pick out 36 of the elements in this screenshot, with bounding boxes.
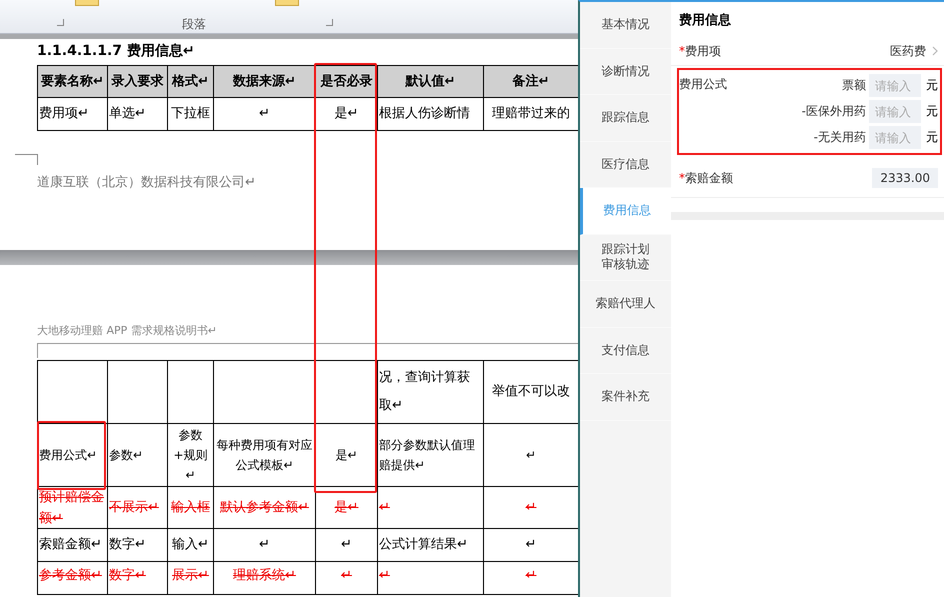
unit-label: 元: [926, 77, 938, 94]
crop-mark: [15, 154, 38, 165]
toolbar-icon[interactable]: [275, 0, 299, 6]
table-cell: [37, 360, 108, 424]
input-field[interactable]: 请输入: [869, 126, 921, 149]
field-value: 医药费: [890, 42, 926, 60]
field-label: *费用项: [679, 42, 722, 60]
input-field[interactable]: 请输入: [869, 100, 921, 123]
table-header-cell: 是否必录: [315, 65, 378, 98]
table-header-cell: 录入要求: [107, 65, 168, 98]
unit-label: 元: [926, 129, 938, 146]
page-header: 大地移动理赔 APP 需求规格说明书↵: [37, 323, 218, 339]
group-label: 段落: [182, 16, 206, 33]
field-label: -无关用药: [814, 129, 866, 146]
table-header-cell: 数据来源↵: [213, 65, 316, 98]
table-header-cell: 备注↵: [483, 65, 578, 98]
page-footer: 道康互联（北京）数据科技有限公司↵: [37, 173, 578, 191]
table-cell: 参考金额↵: [37, 561, 108, 595]
table-cell: 费用项↵: [37, 97, 108, 131]
field-label: *索赔金额: [679, 170, 734, 186]
table-header-cell: 格式↵: [167, 65, 214, 98]
table-header-cell: 要素名称↵: [37, 65, 108, 98]
table-header-cell: 默认值↵: [377, 65, 484, 98]
section-title: 费用信息: [678, 12, 732, 30]
toolbar-icon[interactable]: [75, 0, 99, 6]
dialog-launcher-icon[interactable]: [326, 19, 333, 26]
dialog-launcher-icon[interactable]: [57, 19, 64, 26]
input-field[interactable]: 请输入: [869, 74, 921, 97]
field-label: 费用公式: [679, 76, 728, 93]
unit-label: 元: [926, 103, 938, 120]
section-heading: 1.1.4.1.1.7 费用信息↵: [37, 42, 196, 61]
field-label: -医保外用药: [802, 103, 866, 120]
field-label: 票额: [842, 77, 866, 94]
amount-field[interactable]: 2333.00: [872, 168, 938, 188]
select-field[interactable]: *费用项 医药费: [671, 37, 944, 66]
chevron-right-icon: [932, 46, 938, 56]
